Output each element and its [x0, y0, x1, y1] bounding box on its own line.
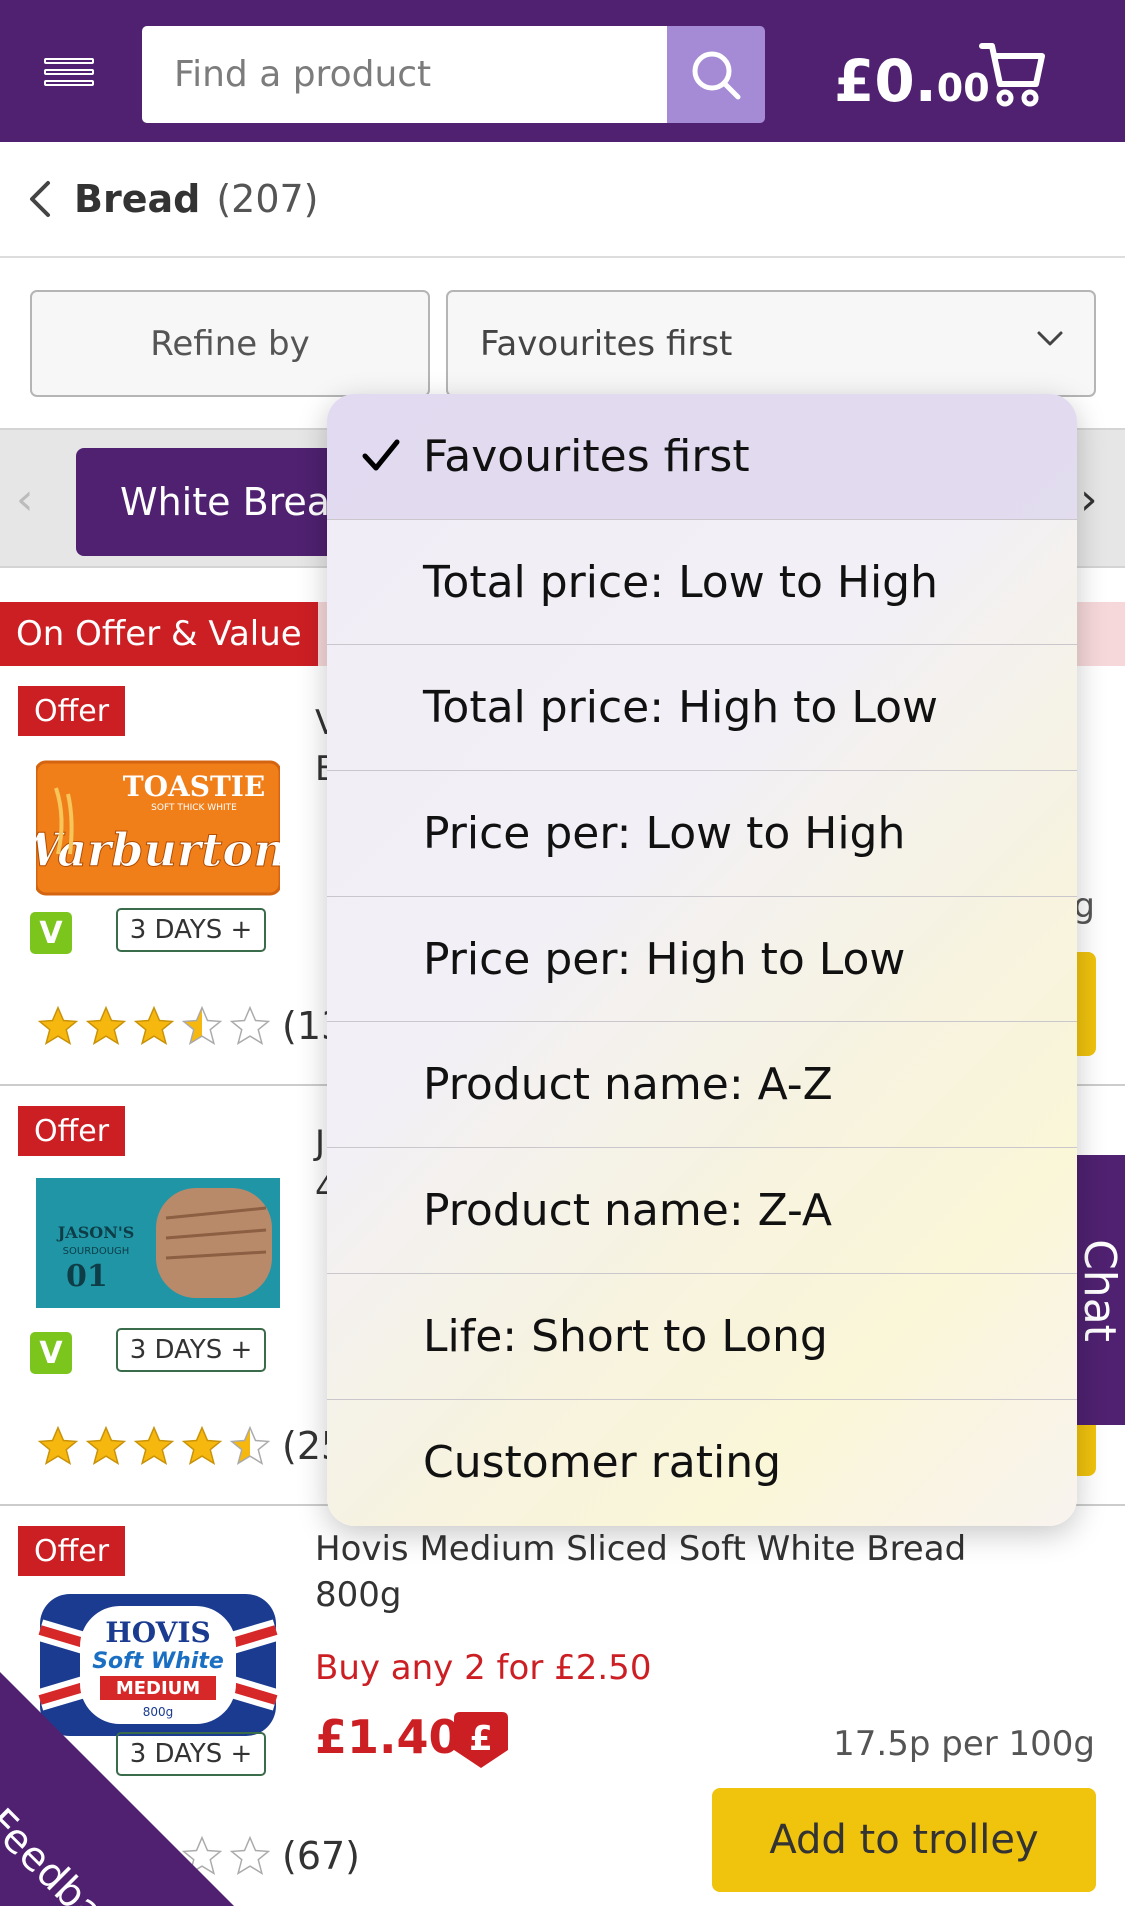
checkmark-icon — [362, 439, 400, 471]
promo-text[interactable]: Buy any 2 for £2.50 — [315, 1648, 651, 1688]
sort-option-price-per-low-high[interactable]: Price per: Low to High — [327, 771, 1077, 897]
rating-stars: (13 — [36, 1004, 345, 1048]
svg-text:TOASTIE: TOASTIE — [123, 770, 265, 803]
result-count: (207) — [216, 177, 319, 221]
star-half-icon — [181, 1005, 223, 1046]
product-price: £1.40 — [315, 1710, 461, 1764]
add-to-trolley-button[interactable]: Add to trolley — [712, 1788, 1096, 1892]
chevron-down-icon — [1037, 331, 1063, 346]
shelf-life-badge: 3 DAYS + — [116, 1732, 266, 1776]
sort-option-label: Total price: Low to High — [423, 556, 938, 608]
refine-button[interactable]: Refine by — [30, 290, 430, 397]
sort-option-label: Favourites first — [423, 430, 750, 482]
price-per-unit: 17.5p per 100g — [833, 1724, 1095, 1764]
star-empty-icon — [229, 1835, 271, 1876]
star-full-icon — [133, 1425, 175, 1466]
star-full-icon — [133, 1005, 175, 1046]
sort-option-label: Price per: High to Low — [423, 933, 906, 985]
page-title: Bread — [74, 177, 201, 221]
sort-option-label: Customer rating — [423, 1436, 782, 1488]
search-button[interactable] — [667, 26, 765, 123]
breadcrumb: Bread (207) — [0, 142, 1125, 258]
trolley-total-pounds: £0. — [834, 47, 937, 115]
sort-option-label: Product name: A-Z — [423, 1059, 833, 1111]
star-half-icon — [229, 1425, 271, 1466]
shelf-life-label: 3 DAYS — [129, 915, 223, 945]
offer-badge: Offer — [18, 1106, 126, 1156]
star-full-icon — [85, 1425, 127, 1466]
svg-text:SOFT THICK WHITE: SOFT THICK WHITE — [151, 803, 237, 813]
search-icon — [692, 51, 741, 99]
svg-text:01: 01 — [66, 1259, 108, 1294]
sort-option-label: Price per: Low to High — [423, 807, 906, 859]
sort-option-name-z-a[interactable]: Product name: Z-A — [327, 1148, 1077, 1274]
product-image-jasons-sourdough[interactable]: JASON'S SOURDOUGH 01 — [36, 1178, 280, 1308]
back-chevron-icon[interactable] — [28, 179, 52, 219]
price-match-icon: £ — [454, 1712, 508, 1768]
star-full-icon — [37, 1005, 79, 1046]
trolley-total[interactable]: £0.00 — [834, 52, 990, 110]
svg-text:SOURDOUGH: SOURDOUGH — [63, 1246, 130, 1257]
sort-option-total-price-high-low[interactable]: Total price: High to Low — [327, 645, 1077, 772]
top-header: £0.00 — [0, 0, 1125, 142]
product-name-line-1: J — [315, 1123, 326, 1163]
sort-option-price-per-high-low[interactable]: Price per: High to Low — [327, 897, 1077, 1023]
chat-tab-label: Chat — [1074, 1238, 1125, 1342]
svg-text:£: £ — [469, 1719, 493, 1759]
search-input[interactable] — [142, 26, 667, 123]
sort-menu: Favourites first Total price: Low to Hig… — [327, 394, 1077, 1526]
star-full-icon — [37, 1425, 79, 1466]
menu-icon[interactable] — [44, 58, 94, 100]
star-full-icon — [85, 1005, 127, 1046]
shelf-life-label: 3 DAYS — [129, 1335, 223, 1365]
sort-option-label: Total price: High to Low — [423, 682, 938, 734]
chat-tab[interactable]: Chat — [1074, 1155, 1125, 1425]
vegetarian-icon: V — [30, 1332, 72, 1374]
offer-badge: Offer — [18, 686, 126, 736]
sort-select[interactable]: Favourites first — [446, 290, 1096, 397]
vegetarian-icon: V — [30, 912, 72, 954]
shelf-life-label: 3 DAYS — [129, 1739, 223, 1769]
product-image-hovis-soft-white[interactable]: HOVIS Soft White MEDIUM 800g — [36, 1590, 280, 1740]
product-image-warburtons-toastie[interactable]: TOASTIE SOFT THICK WHITE Warburtons — [36, 758, 280, 898]
sort-option-label: Life: Short to Long — [423, 1310, 828, 1362]
cart-icon[interactable] — [978, 40, 1048, 110]
svg-text:800g: 800g — [143, 1705, 174, 1719]
svg-text:MEDIUM: MEDIUM — [116, 1678, 200, 1699]
star-empty-icon — [229, 1005, 271, 1046]
svg-text:HOVIS: HOVIS — [105, 1616, 210, 1649]
chevron-left-icon[interactable]: ‹ — [16, 474, 34, 525]
star-full-icon — [181, 1425, 223, 1466]
svg-text:Soft White: Soft White — [92, 1649, 224, 1674]
shelf-life-badge: 3 DAYS + — [116, 1328, 266, 1372]
sort-option-favourites-first[interactable]: Favourites first — [327, 394, 1077, 520]
svg-text:JASON'S: JASON'S — [56, 1223, 135, 1242]
shelf-life-badge: 3 DAYS + — [116, 908, 266, 952]
sort-option-name-a-z[interactable]: Product name: A-Z — [327, 1022, 1077, 1149]
rating-count: (67) — [282, 1834, 361, 1878]
product-name[interactable]: Hovis Medium Sliced Soft White Bread 800… — [315, 1526, 995, 1618]
sort-option-life-short-long[interactable]: Life: Short to Long — [327, 1274, 1077, 1400]
sort-option-total-price-low-high[interactable]: Total price: Low to High — [327, 520, 1077, 646]
sort-select-value: Favourites first — [480, 323, 733, 364]
rating-stars: (25 — [36, 1424, 345, 1468]
sort-option-label: Product name: Z-A — [423, 1184, 833, 1236]
sort-option-customer-rating[interactable]: Customer rating — [327, 1400, 1077, 1526]
chevron-right-icon[interactable]: › — [1080, 474, 1098, 525]
section-label: On Offer & Value — [0, 602, 318, 666]
offer-badge: Offer — [18, 1526, 126, 1576]
